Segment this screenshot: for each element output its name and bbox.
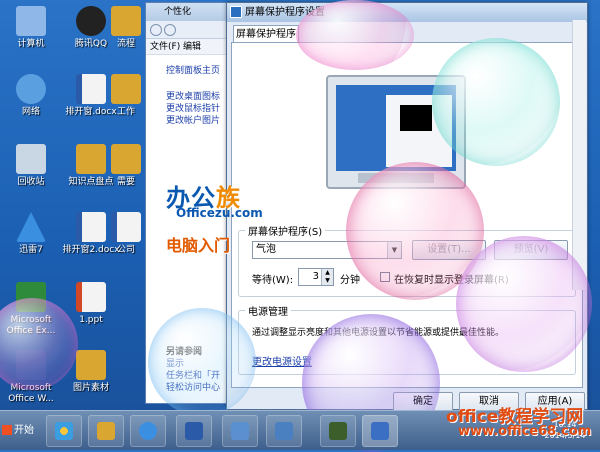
- settings-button[interactable]: 设置(T)...: [412, 240, 486, 260]
- desktop-icon-work[interactable]: 工作: [108, 74, 144, 118]
- desktop-icon-pictures[interactable]: 图片素材: [60, 350, 122, 394]
- screensaver-select[interactable]: 气泡 ▼: [252, 241, 402, 259]
- monitor-stand: [358, 173, 434, 183]
- change-power-settings-link[interactable]: 更改电源设置: [252, 353, 312, 368]
- word-icon: [16, 350, 46, 380]
- excel-icon: [16, 282, 46, 312]
- tab-screensaver[interactable]: 屏幕保护程序: [233, 25, 299, 43]
- preview-button[interactable]: 预览(V): [494, 240, 568, 260]
- wait-label: 等待(W):: [252, 275, 294, 286]
- background-scrollbar[interactable]: [572, 20, 586, 290]
- taskbar-ie[interactable]: [130, 415, 166, 447]
- resume-checkbox[interactable]: [380, 272, 390, 282]
- dialog-title: 屏幕保护程序设置: [245, 7, 325, 18]
- change-mouse-pointer-link[interactable]: 更改鼠标指针: [146, 103, 234, 115]
- logo-domain: Officezu.com: [176, 206, 263, 220]
- folder-icon: [76, 144, 106, 174]
- taskbar-window2[interactable]: [266, 415, 302, 447]
- see-also-ease-link[interactable]: 轻松访问中心: [166, 382, 220, 394]
- power-description: 通过调整显示亮度和其他电源设置以节省能源或提供最佳性能。: [252, 328, 505, 338]
- xunlei-icon: [16, 212, 46, 242]
- taskbar-explorer[interactable]: [88, 415, 124, 447]
- word-doc-icon: [76, 212, 106, 242]
- desktop-icon-needs[interactable]: 需要: [108, 144, 144, 188]
- menu-bar[interactable]: 文件(F) 编辑: [146, 39, 234, 55]
- tab-panel: 屏幕保护程序(S) 气泡 ▼ 设置(T)... 预览(V) 等待(W): 3 ▲…: [231, 42, 583, 388]
- see-also: 另请参阅 显示 任务栏和「开 轻松访问中心: [166, 346, 220, 394]
- fireworks-icon: [329, 422, 347, 440]
- nav-bar: [146, 21, 234, 39]
- word-icon: [185, 422, 203, 440]
- preview-black-area: [400, 105, 432, 131]
- desktop-icon-excel[interactable]: Microsoft Office Ex...: [0, 282, 62, 337]
- forward-icon[interactable]: [164, 24, 176, 36]
- spinner-arrows-icon[interactable]: ▲ ▼: [321, 269, 333, 285]
- dialog-titlebar[interactable]: 屏幕保护程序设置: [227, 3, 587, 22]
- desktop-icon-flow[interactable]: 流程: [108, 6, 144, 50]
- folder-icon: [111, 74, 141, 104]
- desktop-icon-computer[interactable]: 计算机: [0, 6, 62, 50]
- chevron-down-icon[interactable]: ▼: [387, 242, 401, 258]
- watermark-url: www.office68.com: [458, 424, 592, 439]
- taskbar-app[interactable]: [46, 415, 82, 447]
- network-icon: [16, 74, 46, 104]
- app-icon: [55, 422, 73, 440]
- computer-icon: [16, 6, 46, 36]
- wait-value: 3: [312, 271, 319, 282]
- qq-icon: [76, 6, 106, 36]
- screensaver-dialog: 屏幕保护程序设置 屏幕保护程序 屏幕保护程序(S) 气泡 ▼ 设置(T)... …: [226, 2, 588, 412]
- taskbar-word[interactable]: [176, 415, 212, 447]
- desktop-icon-recycle-bin[interactable]: 回收站: [0, 144, 62, 188]
- ok-button[interactable]: 确定: [393, 392, 453, 412]
- control-panel-home-link[interactable]: 控制面板主页: [146, 65, 234, 77]
- screensaver-group-label: 屏幕保护程序(S): [248, 227, 323, 238]
- ppt-icon: [76, 282, 106, 312]
- word-doc-icon: [76, 74, 106, 104]
- taskbar-window1[interactable]: [222, 415, 258, 447]
- personalization-titlebar[interactable]: 个性化: [146, 3, 234, 21]
- folder-icon: [111, 6, 141, 36]
- change-desktop-icons-link[interactable]: 更改桌面图标: [146, 91, 234, 103]
- see-also-taskbar-link[interactable]: 任务栏和「开: [166, 370, 220, 382]
- screensaver-select-value: 气泡: [256, 244, 276, 255]
- resume-label: 在恢复时显示登录屏幕(R): [394, 275, 509, 286]
- word-doc-icon: [111, 212, 141, 242]
- window-icon: [231, 422, 249, 440]
- window-title: 个性化: [164, 7, 192, 17]
- desktop-icon-company[interactable]: 公司: [108, 212, 144, 256]
- folder-icon: [97, 422, 115, 440]
- monitor-icon: [371, 422, 389, 440]
- wait-spinner[interactable]: 3 ▲ ▼: [298, 268, 334, 286]
- window-icon: [275, 422, 293, 440]
- power-group-label: 电源管理: [248, 307, 288, 318]
- ie-icon: [139, 422, 157, 440]
- desktop-icon-xunlei[interactable]: 迅雷7: [0, 212, 62, 256]
- desktop-icon-network[interactable]: 网络: [0, 74, 62, 118]
- see-also-display-link[interactable]: 显示: [166, 358, 220, 370]
- see-also-title: 另请参阅: [166, 347, 203, 357]
- taskbar-screensaver[interactable]: [362, 415, 398, 447]
- start-label: 开始: [14, 425, 34, 436]
- monitor-icon: [230, 6, 242, 18]
- preview-monitor: [326, 75, 466, 189]
- recycle-bin-icon: [16, 144, 46, 174]
- folder-icon: [76, 350, 106, 380]
- preview-screen: [336, 85, 456, 171]
- desktop-icon-word[interactable]: Microsoft Office W...: [0, 350, 62, 405]
- start-button[interactable]: 开始: [2, 421, 42, 441]
- windows-logo-icon: [2, 425, 12, 435]
- minutes-label: 分钟: [340, 275, 360, 286]
- taskbar-fireworks[interactable]: [320, 415, 356, 447]
- logo-subtitle: 电脑入门: [166, 236, 231, 255]
- change-account-picture-link[interactable]: 更改帐户图片: [146, 115, 234, 127]
- folder-icon: [111, 144, 141, 174]
- back-icon[interactable]: [150, 24, 162, 36]
- desktop-icon-ppt[interactable]: 1.ppt: [60, 282, 122, 326]
